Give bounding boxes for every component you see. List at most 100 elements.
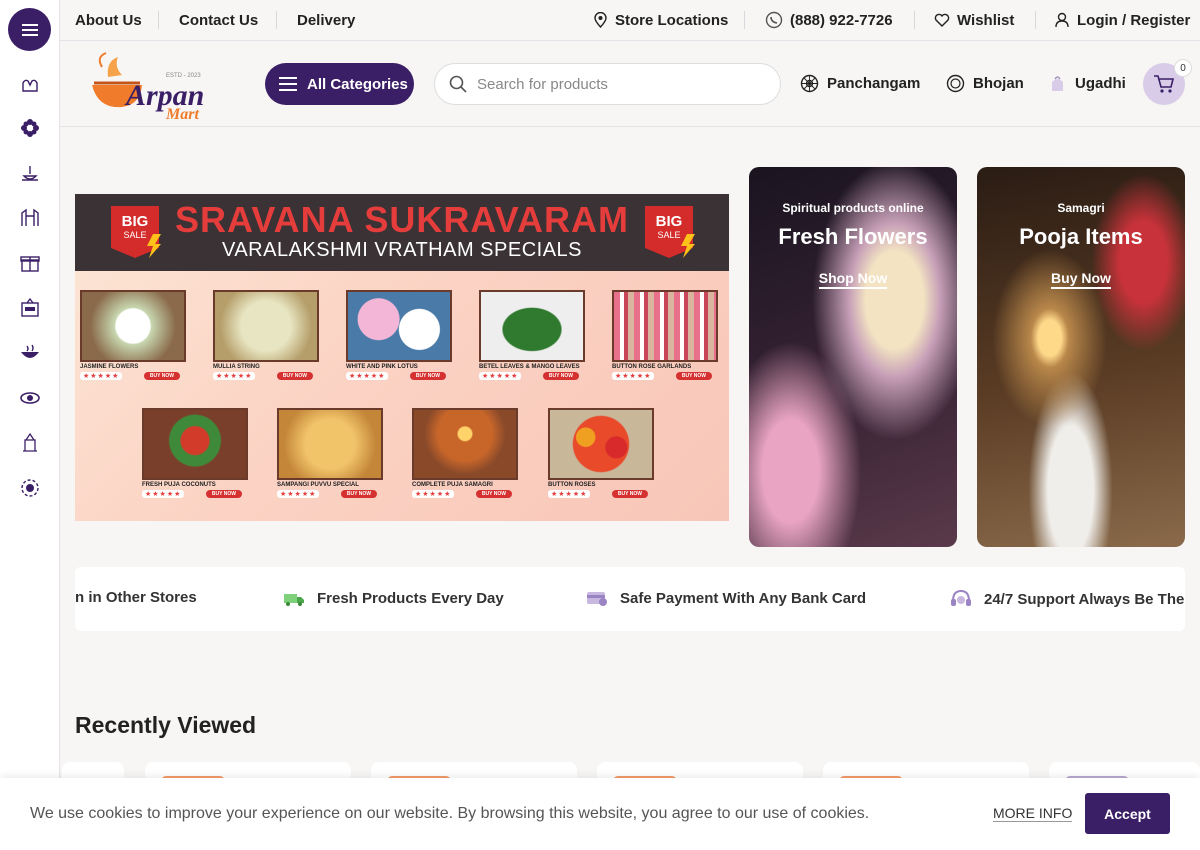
login-register-link[interactable]: Login / Register xyxy=(1077,12,1190,29)
eye-icon[interactable] xyxy=(18,386,42,410)
bowl-icon[interactable] xyxy=(18,341,42,365)
nav-label: Panchangam xyxy=(827,75,921,92)
banner-title: SRAVANA SUKRAVARAM xyxy=(175,199,629,240)
hamburger-icon xyxy=(279,77,297,91)
buy-now-button[interactable]: BUY NOW xyxy=(143,372,180,380)
banner-product[interactable]: BETEL LEAVES & MANGO LEAVES ★★★★★ BUY NOW xyxy=(479,290,589,380)
truck-icon xyxy=(284,594,304,606)
cart-count-badge: 0 xyxy=(1174,59,1192,77)
rent-icon[interactable] xyxy=(18,296,42,320)
product-image xyxy=(548,408,654,480)
card-title: Pooja Items xyxy=(1019,224,1143,249)
product-name: COMPLETE PUJA SAMAGRI xyxy=(412,482,493,488)
location-pin-icon xyxy=(594,12,607,28)
banner-product[interactable]: BUTTON ROSE GARLANDS ★★★★★ BUY NOW xyxy=(612,290,722,380)
accept-cookies-button[interactable]: Accept xyxy=(1085,793,1170,834)
more-info-link[interactable]: MORE INFO xyxy=(993,805,1073,822)
cart-icon xyxy=(1154,75,1175,93)
utility-bar: About Us Contact Us Delivery Store Locat… xyxy=(60,0,1200,41)
banner-subtitle: VARALAKSHMI VRATHAM SPECIALS xyxy=(221,239,582,261)
banner-product[interactable]: BUTTON ROSES ★★★★★ BUY NOW xyxy=(548,408,658,498)
banner-product[interactable]: FRESH PUJA COCONUTS ★★★★★ BUY NOW xyxy=(142,408,252,498)
phone-link[interactable]: (888) 922-7726 xyxy=(790,12,893,29)
temple-icon[interactable] xyxy=(18,431,42,455)
svg-text:Mart: Mart xyxy=(165,106,199,119)
about-us-link[interactable]: About Us xyxy=(75,12,142,29)
product-image xyxy=(142,408,248,480)
banner-product[interactable]: WHITE AND PINK LOTUS ★★★★★ BUY NOW xyxy=(346,290,456,380)
banner-product[interactable]: COMPLETE PUJA SAMAGRI ★★★★★ BUY NOW xyxy=(412,408,522,498)
promo-banner[interactable]: BIG SALE SRAVANA SUKRAVARAM VARALAKSHMI … xyxy=(75,194,729,521)
recently-viewed-heading: Recently Viewed xyxy=(75,712,257,738)
banner-product[interactable]: JASMINE FLOWERS ★★★★★ BUY NOW xyxy=(80,290,190,380)
buy-now-button[interactable]: BUY NOW xyxy=(475,490,512,498)
product-rating: ★★★★★ xyxy=(412,490,455,498)
big-sale-badge: BIG SALE xyxy=(645,206,695,258)
main-header: ESTD - 2023 Arpan Mart All Categories Pa… xyxy=(60,41,1200,127)
cookie-banner: We use cookies to improve your experienc… xyxy=(0,778,1200,850)
divider xyxy=(1035,11,1036,29)
buy-now-button[interactable]: BUY NOW xyxy=(611,490,648,498)
wheel-icon xyxy=(800,74,819,93)
product-image xyxy=(277,408,383,480)
search-bar xyxy=(434,63,781,105)
nav-bhojan[interactable]: Bhojan xyxy=(946,74,1024,93)
all-categories-label: All Categories xyxy=(307,75,408,93)
product-image xyxy=(213,290,319,362)
svg-text:BIG: BIG xyxy=(656,213,683,230)
pooja-items-card[interactable]: Samagri Pooja Items Buy Now xyxy=(977,167,1185,547)
delivery-link[interactable]: Delivery xyxy=(297,12,355,29)
feature-label: 24/7 Support Always Be Ther xyxy=(984,590,1185,608)
divider xyxy=(914,11,915,29)
menu-button[interactable] xyxy=(8,8,51,51)
feature-item: Safe Payment With Any Bank Card xyxy=(586,589,866,607)
heart-icon xyxy=(934,13,950,27)
product-rating: ★★★★★ xyxy=(612,372,655,380)
nav-panchangam[interactable]: Panchangam xyxy=(800,74,920,93)
product-name: BETEL LEAVES & MANGO LEAVES xyxy=(479,364,580,370)
cookie-text: We use cookies to improve your experienc… xyxy=(30,805,870,822)
hands-icon[interactable] xyxy=(18,72,42,96)
divider xyxy=(276,11,277,29)
fresh-flowers-card[interactable]: Spiritual products online Fresh Flowers … xyxy=(749,167,957,547)
product-rating: ★★★★★ xyxy=(346,372,389,380)
contact-us-link[interactable]: Contact Us xyxy=(179,12,258,29)
category-rail xyxy=(0,0,60,850)
buy-now-button[interactable]: BUY NOW xyxy=(542,372,579,380)
wishlist-link[interactable]: Wishlist xyxy=(957,12,1014,29)
product-image xyxy=(346,290,452,362)
flower-icon[interactable] xyxy=(18,116,42,140)
ugadhi-icon xyxy=(1052,76,1063,91)
whatsapp-icon xyxy=(765,11,783,29)
buy-now-button[interactable]: BUY NOW xyxy=(340,490,377,498)
all-categories-button[interactable]: All Categories xyxy=(265,63,414,105)
search-icon[interactable] xyxy=(449,75,467,93)
plate-icon xyxy=(946,74,965,93)
product-image xyxy=(612,290,718,362)
shop-now-link[interactable]: Shop Now xyxy=(749,270,957,289)
product-image xyxy=(412,408,518,480)
nav-ugadhi[interactable]: Ugadhi xyxy=(1048,74,1126,93)
mandala-icon[interactable] xyxy=(18,476,42,500)
buy-now-button[interactable]: BUY NOW xyxy=(205,490,242,498)
buy-now-button[interactable]: BUY NOW xyxy=(276,372,313,380)
product-name: BUTTON ROSE GARLANDS xyxy=(612,364,692,370)
store-locations-link[interactable]: Store Locations xyxy=(615,12,728,29)
product-name: BUTTON ROSES xyxy=(548,482,596,488)
buy-now-button[interactable]: BUY NOW xyxy=(409,372,446,380)
lamp-icon[interactable] xyxy=(18,161,42,185)
hamburger-icon xyxy=(21,23,38,36)
product-rating: ★★★★★ xyxy=(142,490,185,498)
banner-product[interactable]: SAMPANGI PUVVU SPECIAL ★★★★★ BUY NOW xyxy=(277,408,387,498)
card-link-label: Shop Now xyxy=(818,270,888,289)
temple-gate-icon[interactable] xyxy=(18,206,42,230)
card-link-label: Buy Now xyxy=(1051,270,1111,289)
arpan-mart-logo[interactable]: ESTD - 2023 Arpan Mart xyxy=(88,47,213,119)
svg-text:SALE: SALE xyxy=(657,230,680,240)
banner-product[interactable]: MULLIA STRING ★★★★★ BUY NOW xyxy=(213,290,323,380)
buy-now-link[interactable]: Buy Now xyxy=(977,270,1185,289)
divider xyxy=(158,11,159,29)
buy-now-button[interactable]: BUY NOW xyxy=(675,372,712,380)
gift-icon[interactable] xyxy=(18,251,42,275)
search-input[interactable] xyxy=(477,75,757,93)
